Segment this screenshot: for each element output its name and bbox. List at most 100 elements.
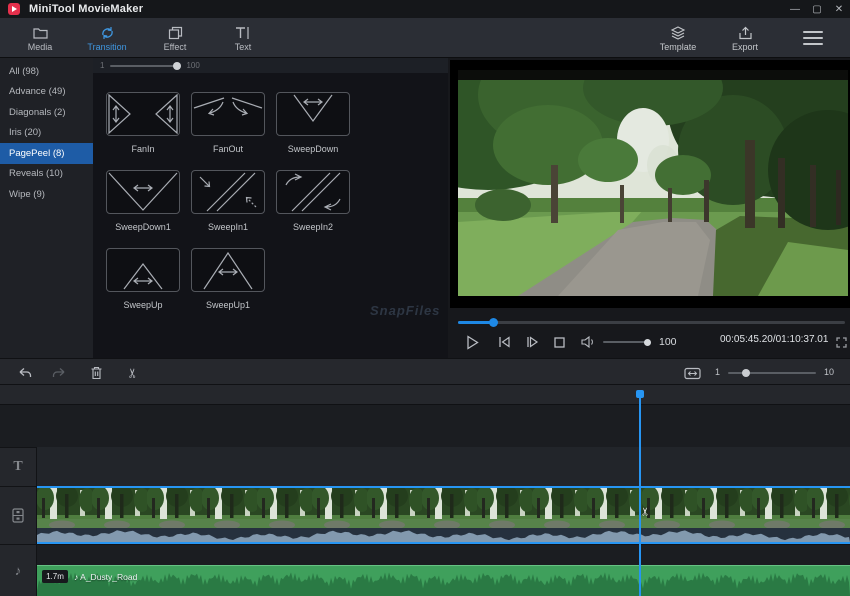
stop-button[interactable]	[553, 330, 566, 354]
music-note-icon: ♪	[15, 563, 22, 578]
volume-button[interactable]	[580, 330, 596, 354]
zoom-max-label: 10	[824, 367, 834, 377]
seek-track[interactable]	[458, 321, 845, 324]
transition-card-sweepdown1[interactable]	[106, 170, 180, 214]
film-icon	[12, 508, 24, 523]
app-window: MiniTool MovieMaker — ▢ ✕ Media Transiti…	[0, 0, 850, 596]
transition-card-fanin[interactable]	[106, 92, 180, 136]
template-layers-icon	[670, 26, 686, 40]
video-clip[interactable]: ✂	[37, 486, 850, 544]
sidebar-item-all[interactable]: All (98)	[0, 61, 93, 82]
duration-slider[interactable]	[110, 65, 178, 67]
close-button[interactable]: ✕	[828, 0, 850, 18]
tab-text-label: Text	[235, 42, 252, 52]
preview-seekbar[interactable]	[458, 318, 845, 327]
previous-frame-button[interactable]	[497, 330, 512, 354]
export-button[interactable]: Export	[717, 22, 773, 55]
sweepin1-icon	[193, 172, 263, 212]
fullscreen-button[interactable]	[836, 335, 847, 353]
timeline-zoom-slider[interactable]	[728, 372, 816, 374]
transition-name: SweepDown	[268, 144, 358, 154]
transition-card-sweepdown[interactable]	[276, 92, 350, 136]
video-track-header[interactable]	[0, 487, 37, 544]
volume-track[interactable]	[603, 341, 651, 343]
export-label: Export	[732, 42, 758, 52]
playhead-line[interactable]	[639, 395, 641, 596]
effect-icon	[168, 26, 183, 40]
text-track-lane[interactable]	[37, 447, 850, 486]
title-bar: MiniTool MovieMaker — ▢ ✕	[0, 0, 850, 18]
tab-media-label: Media	[28, 42, 53, 52]
app-logo-icon	[8, 3, 20, 15]
transition-card-sweepin1[interactable]	[191, 170, 265, 214]
sidebar-item-diagonals[interactable]: Diagonals (2)	[0, 102, 93, 123]
timeline-ruler[interactable]	[0, 385, 850, 405]
timeline-toolbar: ✂ 1 10	[0, 358, 850, 385]
transition-card-fanout[interactable]	[191, 92, 265, 136]
delete-button[interactable]	[87, 364, 105, 382]
transition-duration-row: 1 100	[93, 58, 448, 73]
media-folder-icon	[33, 26, 48, 40]
sidebar-item-pagepeel[interactable]: PagePeel (8)	[0, 143, 93, 164]
text-track-header[interactable]: T	[0, 448, 37, 486]
fanin-icon	[108, 94, 178, 134]
video-clip-thumbnails	[37, 488, 850, 528]
fanout-icon	[193, 94, 263, 134]
tab-effect[interactable]: Effect	[149, 22, 201, 55]
duration-slider-thumb[interactable]	[173, 62, 181, 70]
tab-media[interactable]: Media	[14, 22, 66, 55]
tab-text[interactable]: Text	[217, 22, 269, 55]
audio-clip[interactable]: 1.7m ♪ A_Dusty_Road	[37, 565, 850, 596]
sidebar-item-reveals[interactable]: Reveals (10)	[0, 164, 93, 185]
timecode: 00:05:45.20/01:10:37.01	[720, 334, 835, 345]
seek-progress	[458, 321, 493, 324]
template-label: Template	[660, 42, 697, 52]
volume-slider[interactable]: 100	[603, 330, 677, 354]
redo-button[interactable]	[50, 364, 68, 382]
duration-min-label: 1	[100, 61, 104, 70]
transition-card-sweepup1[interactable]	[191, 248, 265, 292]
sidebar-item-advance[interactable]: Advance (49)	[0, 82, 93, 103]
template-button[interactable]: Template	[650, 22, 706, 55]
transition-name: FanOut	[183, 144, 273, 154]
audio-clip-name: ♪ A_Dusty_Road	[74, 572, 137, 582]
volume-thumb[interactable]	[644, 339, 651, 346]
play-button[interactable]	[464, 330, 481, 354]
sidebar-item-iris[interactable]: Iris (20)	[0, 123, 93, 144]
transition-name: SweepIn1	[183, 222, 273, 232]
transition-card-sweepup[interactable]	[106, 248, 180, 292]
main-toolbar: Media Transition Effect Text	[0, 18, 850, 58]
transition-icon	[100, 26, 115, 40]
export-icon	[738, 26, 753, 40]
sweepdown-icon	[278, 94, 348, 134]
zoom-min-label: 1	[715, 367, 720, 377]
sweepin2-icon	[278, 172, 348, 212]
tab-transition[interactable]: Transition	[81, 22, 133, 55]
text-icon	[235, 26, 251, 40]
fit-timeline-button[interactable]	[683, 364, 701, 382]
transition-name: SweepUp1	[183, 300, 273, 310]
audio-track-header[interactable]: ♪	[0, 545, 37, 596]
sweepup1-icon	[193, 250, 263, 290]
transition-name: SweepDown1	[98, 222, 188, 232]
split-button[interactable]: ✂	[124, 364, 142, 382]
seek-thumb[interactable]	[489, 318, 498, 327]
split-point-scissors-icon: ✂	[639, 507, 652, 516]
next-frame-button[interactable]	[525, 330, 540, 354]
menu-button[interactable]	[803, 31, 823, 45]
undo-button[interactable]	[15, 364, 33, 382]
playhead-handle[interactable]	[636, 390, 644, 398]
sidebar-item-wipe[interactable]: Wipe (9)	[0, 184, 93, 205]
minimize-button[interactable]: —	[784, 0, 806, 18]
maximize-button[interactable]: ▢	[806, 0, 828, 18]
audio-duration-badge: 1.7m	[42, 570, 68, 583]
video-screen[interactable]	[450, 60, 850, 308]
transition-card-sweepin2[interactable]	[276, 170, 350, 214]
snapfiles-watermark: SnapFiles	[370, 303, 440, 318]
video-audio-waveform	[37, 528, 850, 542]
transition-name: SweepUp	[98, 300, 188, 310]
preview-panel: 100 00:05:45.20/01:10:37.01	[448, 58, 850, 358]
timeline-zoom-thumb[interactable]	[742, 369, 750, 377]
audio-waveform	[37, 572, 850, 596]
sweepup-icon	[108, 250, 178, 290]
